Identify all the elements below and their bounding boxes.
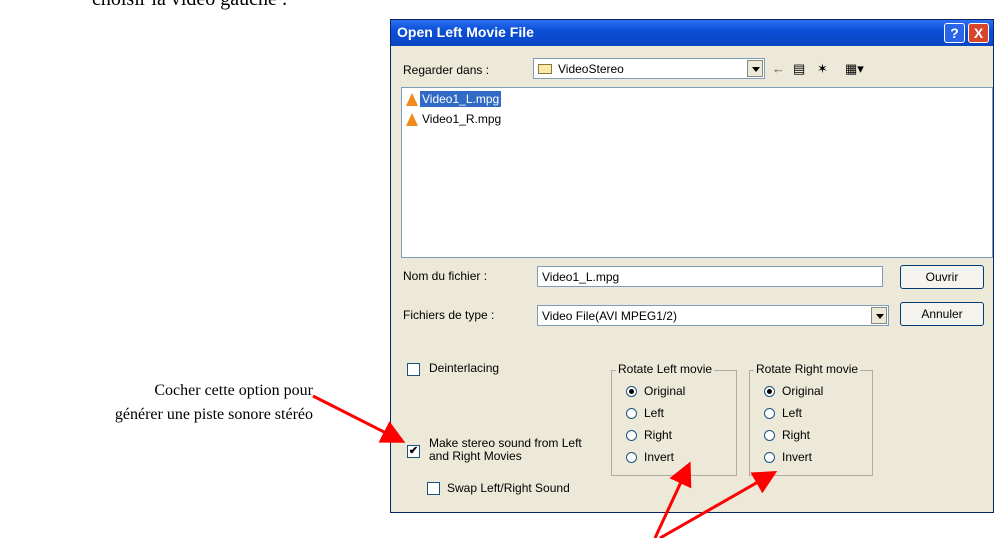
stereo-sound-label: Make stereo sound from Left and Right Mo… [429,436,582,463]
rotate-left-group: Rotate Left movie Original Left Right In… [611,362,737,476]
filetype-label: Fichiers de type : [403,308,495,322]
rotate-left-left-label: Left [644,406,665,420]
cancel-button[interactable]: Annuler [900,302,984,326]
rotate-right-original-label: Original [782,384,824,398]
up-folder-icon[interactable]: ▤ [793,61,805,77]
help-button[interactable]: ? [944,23,965,43]
rotate-right-invert-radio[interactable] [764,452,775,463]
deinterlacing-label: Deinterlacing [429,361,500,375]
rotate-right-right-radio[interactable] [764,430,775,441]
back-arrow-icon[interactable]: ← [772,61,785,76]
filename-input[interactable]: Video1_L.mpg [537,266,883,287]
rotate-right-title: Rotate Right movie [754,362,861,376]
callout-line-1: Cocher cette option pour [154,382,313,399]
look-in-combo[interactable]: VideoStereo [533,58,765,79]
rotate-right-right-label: Right [782,428,811,442]
folder-icon [538,64,552,74]
rotate-left-invert-label: Invert [644,450,675,464]
new-folder-icon[interactable]: ✶ [817,61,828,77]
rotate-left-invert-radio[interactable] [626,452,637,463]
rotate-left-left-radio[interactable] [626,408,637,419]
rotate-right-left-radio[interactable] [764,408,775,419]
close-button[interactable]: X [968,23,989,43]
file-name: Video1_L.mpg [420,91,502,107]
file-list[interactable]: Video1_L.mpg Video1_R.mpg [401,87,993,258]
rotate-right-left-label: Left [782,406,803,420]
rotate-right-invert-label: Invert [782,450,813,464]
callout-arrow-stereo [312,394,406,443]
rotate-right-group: Rotate Right movie Original Left Right I… [749,362,873,476]
vlc-cone-icon [406,92,418,106]
list-item[interactable]: Video1_L.mpg [406,91,502,107]
rotate-left-original-radio[interactable] [626,386,637,397]
filename-label: Nom du fichier : [403,269,488,283]
rotate-left-right-radio[interactable] [626,430,637,441]
dialog-title: Open Left Movie File [397,24,534,40]
filetype-combo[interactable]: Video File(AVI MPEG1/2) [537,305,889,326]
list-item[interactable]: Video1_R.mpg [406,111,503,127]
swap-sound-checkbox[interactable] [427,482,440,495]
rotate-right-original-radio[interactable] [764,386,775,397]
stereo-sound-checkbox[interactable]: ✔ [407,445,420,458]
look-in-value: VideoStereo [558,62,624,76]
dialog-titlebar[interactable]: Open Left Movie File ? X [391,20,993,46]
rotate-left-original-label: Original [644,384,686,398]
document-caption: choisir la vidéo gauche : [92,0,288,11]
callout-line-2: générer une piste sonore stéréo [114,406,313,423]
rotate-left-title: Rotate Left movie [616,362,715,376]
stereo-sound-callout: Cocher cette option pour générer une pis… [0,379,313,427]
chevron-down-icon[interactable] [871,307,887,324]
filetype-value: Video File(AVI MPEG1/2) [542,309,677,323]
filename-value: Video1_L.mpg [542,270,620,284]
open-file-dialog: Open Left Movie File ? X Regarder dans :… [390,19,994,513]
vlc-cone-icon [406,112,418,126]
rotate-left-right-label: Right [644,428,673,442]
deinterlacing-checkbox[interactable] [407,363,420,376]
swap-sound-label: Swap Left/Right Sound [447,481,570,495]
open-button[interactable]: Ouvrir [900,265,984,289]
look-in-label: Regarder dans : [403,63,490,77]
view-menu-icon[interactable]: ▦▾ [845,61,864,77]
chevron-down-icon[interactable] [747,60,763,77]
file-name: Video1_R.mpg [422,112,502,126]
